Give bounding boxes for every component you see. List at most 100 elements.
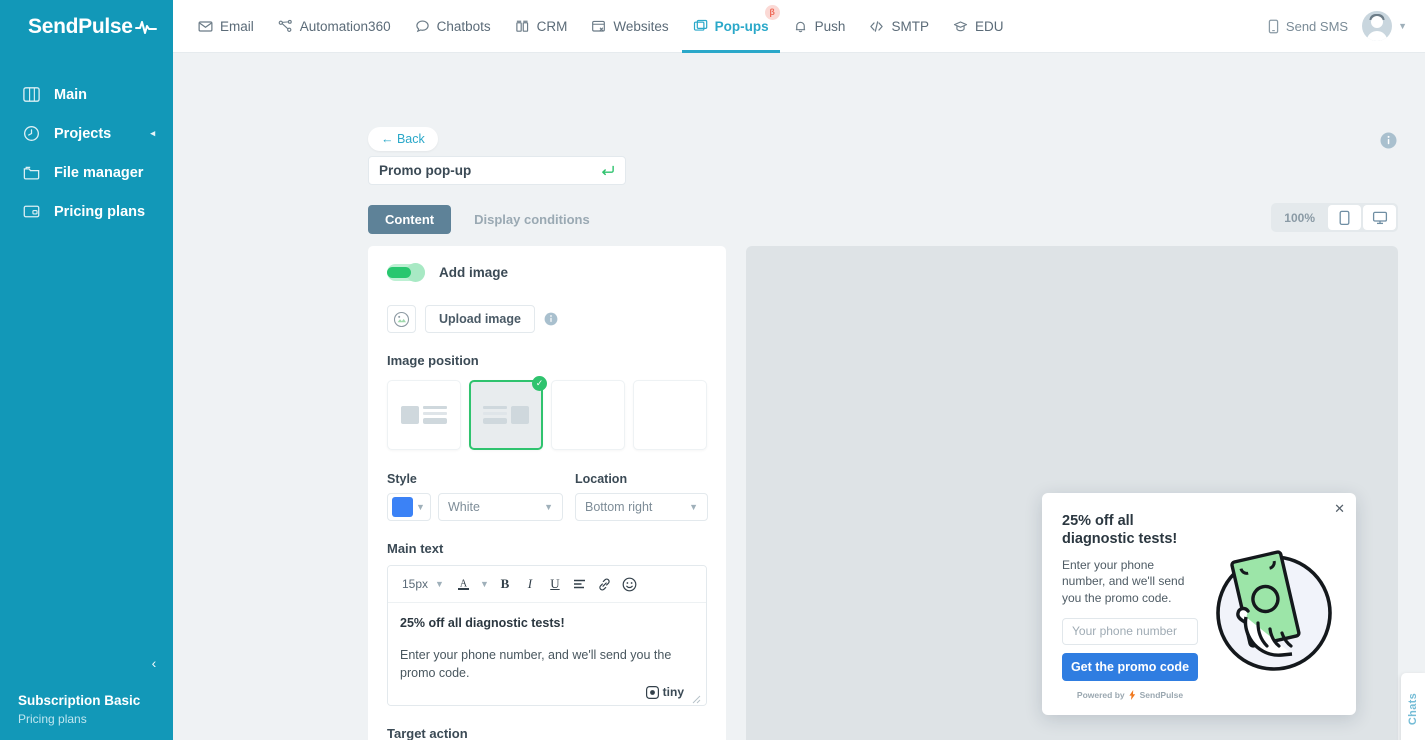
nav-item-automation360[interactable]: Automation360 [267, 0, 402, 53]
style-color-picker[interactable]: ▼ [387, 493, 431, 521]
phone-number-input[interactable]: Your phone number [1062, 617, 1198, 645]
style-location-row: Style ▼ White ▼ Location Bottom right ▼ [387, 472, 708, 521]
nav-item-push[interactable]: Push [782, 0, 857, 53]
nav-item-label: Websites [613, 18, 669, 34]
layout-preview [483, 406, 529, 424]
tinymce-branding[interactable]: tiny [645, 685, 684, 699]
brand-logo[interactable]: SendPulse [0, 0, 173, 53]
sendpulse-bolt-icon [1129, 689, 1135, 700]
chats-label: Chats [1407, 692, 1419, 726]
nav-item-email[interactable]: Email [187, 0, 265, 53]
nav-item-smtp[interactable]: SMTP [858, 0, 940, 53]
location-select[interactable]: Bottom right ▼ [575, 493, 708, 521]
app-root: SendPulse Main Projects ◂ File manager P… [0, 0, 1425, 740]
sidebar-item-projects[interactable]: Projects ◂ [0, 114, 173, 153]
nav-item-label: Email [220, 18, 254, 34]
tab-display-conditions[interactable]: Display conditions [457, 205, 607, 234]
text-color-icon: A [458, 579, 470, 590]
header-right: Send SMS ▼ [1267, 11, 1407, 41]
target-action-label: Target action [387, 726, 468, 740]
nav-item-popups[interactable]: Pop-ups β [681, 0, 780, 53]
folder-icon [22, 163, 41, 182]
desktop-view-button[interactable] [1363, 205, 1396, 230]
bell-icon [795, 21, 805, 32]
sidebar-collapse-button[interactable]: ‹ [145, 654, 163, 672]
image-thumbnail-button[interactable] [387, 305, 416, 333]
back-button[interactable]: ← Back [368, 127, 438, 151]
avatar-head [1371, 16, 1384, 28]
chevron-left-icon[interactable]: ◂ [150, 128, 155, 139]
style-select[interactable]: White ▼ [438, 493, 563, 521]
pulse-logo-icon [134, 19, 157, 35]
upload-image-button[interactable]: Upload image [425, 305, 535, 333]
nav-item-edu[interactable]: EDU [942, 0, 1015, 53]
sidebar-item-label: Projects [54, 125, 112, 142]
left-sidebar: SendPulse Main Projects ◂ File manager P… [0, 0, 173, 740]
nav-item-label: Chatbots [436, 18, 491, 34]
editor-paragraph-text: Enter your phone number, and we'll send … [400, 648, 672, 681]
add-image-toggle[interactable] [387, 263, 425, 282]
powered-by-label: Powered by [1076, 689, 1125, 700]
sidebar-item-label: File manager [54, 164, 144, 181]
text-color-dropdown[interactable]: ▼ [478, 573, 491, 595]
popup-title-input[interactable] [379, 163, 600, 178]
popup-title-field[interactable] [368, 156, 626, 185]
sidebar-item-pricing-plans[interactable]: Pricing plans [0, 192, 173, 231]
pricing-plans-link[interactable]: Pricing plans [18, 712, 155, 726]
nav-item-crm[interactable]: CRM [504, 0, 579, 53]
sidebar-nav: Main Projects ◂ File manager Pricing pla… [0, 75, 173, 231]
editor-content[interactable]: 25% off all diagnostic tests! Enter your… [388, 603, 706, 705]
italic-button[interactable]: I [519, 573, 541, 595]
link-icon [599, 578, 611, 590]
chevron-down-icon: ▼ [544, 502, 553, 512]
tiny-logo-icon [645, 685, 659, 699]
sidebar-item-label: Pricing plans [54, 203, 146, 220]
help-info-icon[interactable] [1380, 132, 1397, 149]
sidebar-item-file-manager[interactable]: File manager [0, 153, 173, 192]
position-option-image-left[interactable] [387, 380, 461, 450]
nav-item-chatbots[interactable]: Chatbots [404, 0, 502, 53]
bold-button[interactable]: B [494, 573, 516, 595]
mobile-view-button[interactable] [1328, 205, 1361, 230]
get-promo-code-button[interactable]: Get the promo code [1062, 652, 1198, 681]
close-icon[interactable]: ✕ [1334, 502, 1345, 515]
chevron-down-icon: ▼ [479, 579, 489, 589]
popup-illustration [1208, 512, 1336, 705]
popup-heading: 25% off all diagnostic tests! [1062, 513, 1178, 548]
card-icon [22, 202, 41, 221]
font-size-select[interactable]: 15px ▼ [396, 574, 450, 594]
nav-item-label: Pop-ups [714, 18, 769, 34]
enter-key-icon[interactable] [600, 163, 615, 178]
send-sms-button[interactable]: Send SMS [1267, 19, 1348, 34]
emoji-button[interactable] [619, 573, 641, 595]
desktop-icon [1372, 211, 1387, 224]
align-button[interactable] [569, 573, 591, 595]
nav-item-websites[interactable]: Websites [580, 0, 679, 53]
position-option-image-background[interactable] [633, 380, 707, 450]
beta-badge: β [764, 4, 780, 20]
link-button[interactable] [594, 573, 616, 595]
image-preview-icon [393, 311, 410, 327]
style-label: Style [387, 472, 417, 486]
main-text-label: Main text [387, 541, 444, 556]
tiny-label: tiny [662, 685, 684, 699]
sidebar-item-main[interactable]: Main [0, 75, 173, 114]
tab-content[interactable]: Content [368, 205, 452, 234]
upload-info-icon[interactable] [544, 312, 558, 326]
chats-tab[interactable]: Chats [1401, 673, 1425, 740]
underline-button[interactable]: U [544, 573, 566, 595]
location-field: Location Bottom right ▼ [575, 472, 708, 521]
style-value: White [448, 500, 480, 514]
text-color-button[interactable]: A [453, 573, 475, 595]
chat-icon [415, 19, 429, 32]
avatar[interactable] [1362, 11, 1393, 41]
editor-resize-handle[interactable] [692, 691, 701, 704]
main-text-editor: 15px ▼ A ▼ B I U 25% off all diagnostic … [387, 565, 707, 706]
position-option-image-top[interactable] [551, 380, 626, 450]
position-option-image-right[interactable]: ✓ [468, 376, 548, 450]
layout-preview [568, 400, 608, 430]
image-position-options: ✓ [387, 376, 707, 450]
chevron-down-icon[interactable]: ▼ [1398, 21, 1407, 31]
preview-canvas: ✕ 25% off all diagnostic tests! Enter yo… [746, 246, 1398, 740]
clock-icon [22, 124, 41, 143]
